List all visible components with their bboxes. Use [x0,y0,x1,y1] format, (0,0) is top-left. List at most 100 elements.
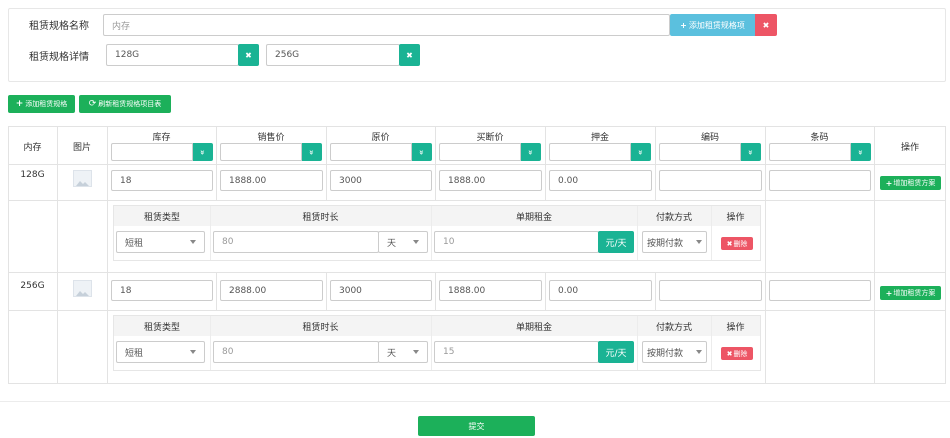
duration-unit-select[interactable]: 天 [378,231,428,253]
plan-header-payment: 付款方式 [655,213,692,223]
rent-input[interactable]: 15 [434,341,599,363]
chevron-double-down-icon: » [856,149,866,155]
col-divider [57,126,58,384]
plus-icon: + [885,178,893,188]
add-spec-row-button[interactable]: + 添加租赁规格 [8,95,75,113]
batch-fill-input[interactable] [330,143,412,161]
deposit-input[interactable]: 0.00 [549,170,652,191]
close-icon: ✖ [762,20,770,30]
submit-button[interactable]: 提交 [418,416,535,436]
plan-subtable: 租赁类型 租赁时长 单期租金 付款方式 操作 短租 80 天 15 元/天 按期… [113,315,761,371]
batch-fill-input[interactable] [549,143,631,161]
plan-header-rent: 单期租金 [515,213,552,223]
rent-unit-addon: 元/天 [598,341,634,363]
batch-fill-button[interactable]: » [412,143,432,161]
row-divider [8,200,946,201]
plan-header-duration: 租赁时长 [302,323,339,333]
plus-icon: + [885,288,893,298]
batch-fill-input[interactable] [769,143,851,161]
batch-fill-input[interactable] [111,143,193,161]
batch-fill-button[interactable]: » [741,143,761,161]
price-input[interactable]: 1888.00 [220,170,323,191]
col-divider [545,272,546,310]
plus-icon: + [680,20,687,30]
batch-fill-input[interactable] [220,143,302,161]
plan-header-action: 操作 [726,213,745,223]
batch-fill-button[interactable]: » [302,143,322,161]
add-plan-button[interactable]: + 增加租赁方案 [880,286,941,300]
header-stock: 库存 [152,133,171,143]
col-divider [326,272,327,310]
close-icon: ✖ [245,50,252,60]
caret-down-icon [190,350,196,354]
row-divider [8,272,946,273]
batch-fill-button[interactable]: » [631,143,651,161]
spec-detail-input-2[interactable]: 256G [266,44,400,66]
plan-header-duration: 租赁时长 [302,213,339,223]
barcode-input[interactable] [769,280,871,301]
spec-name-input[interactable]: 内存 [103,14,670,36]
chevron-double-down-icon: » [307,149,317,155]
batch-fill-button[interactable]: » [193,143,213,161]
rent-type-select[interactable]: 短租 [116,341,205,363]
col-divider [107,126,108,384]
close-icon: ✖ [726,239,733,248]
plan-header-type: 租赁类型 [143,213,180,223]
add-spec-button[interactable]: + 添加租赁规格项 [670,14,755,36]
plan-header-type: 租赁类型 [143,323,180,333]
plan-header-action: 操作 [726,323,745,333]
stock-input[interactable]: 18 [111,170,213,191]
header-original: 原价 [371,133,390,143]
buyout-price-input[interactable]: 1888.00 [439,170,542,191]
rent-input[interactable]: 10 [434,231,599,253]
delete-plan-button[interactable]: ✖ 删除 [721,347,753,360]
spec-detail-input-1[interactable]: 128G [106,44,239,66]
rent-unit-addon: 元/天 [598,231,634,253]
code-input[interactable] [659,170,762,191]
code-input[interactable] [659,280,762,301]
buyout-price-input[interactable]: 1888.00 [439,280,542,301]
duration-unit-select[interactable]: 天 [378,341,428,363]
col-divider [765,126,766,384]
original-price-input[interactable]: 3000 [330,170,432,191]
rent-type-select[interactable]: 短租 [116,231,205,253]
col-divider [874,126,875,384]
chevron-double-down-icon: » [417,149,427,155]
header-buyout: 买断价 [476,133,504,143]
caret-down-icon [413,240,419,244]
batch-fill-button[interactable]: » [851,143,871,161]
spec-name-label: 租赁规格名称 [29,21,89,32]
price-input[interactable]: 2888.00 [220,280,323,301]
image-placeholder-icon[interactable] [73,280,92,297]
chevron-double-down-icon: » [746,149,756,155]
remove-spec-button[interactable]: ✖ [755,14,777,36]
header-deposit: 押金 [590,133,609,143]
duration-input[interactable]: 80 [213,231,379,253]
batch-fill-input[interactable] [439,143,521,161]
stock-input[interactable]: 18 [111,280,213,301]
delete-plan-button[interactable]: ✖ 删除 [721,237,753,250]
caret-down-icon [190,240,196,244]
original-price-input[interactable]: 3000 [330,280,432,301]
add-plan-button[interactable]: + 增加租赁方案 [880,176,941,190]
batch-fill-button[interactable]: » [521,143,541,161]
duration-input[interactable]: 80 [213,341,379,363]
barcode-input[interactable] [769,170,871,191]
remove-detail-button-2[interactable]: ✖ [399,44,420,66]
footer-divider [0,401,950,402]
refresh-table-button[interactable]: ⟳ 刷新租赁规格项目表 [79,95,171,113]
col-divider [655,272,656,310]
close-icon: ✖ [726,349,733,358]
chevron-double-down-icon: » [526,149,536,155]
deposit-input[interactable]: 0.00 [549,280,652,301]
close-icon: ✖ [406,50,413,60]
header-image: 图片 [72,143,91,153]
remove-detail-button-1[interactable]: ✖ [238,44,259,66]
batch-fill-input[interactable] [659,143,741,161]
payment-select[interactable]: 按期付款 [642,341,707,363]
image-placeholder-icon[interactable] [73,170,92,187]
chevron-double-down-icon: » [198,149,208,155]
row-memory: 128G [20,170,45,180]
chevron-double-down-icon: » [636,149,646,155]
payment-select[interactable]: 按期付款 [642,231,707,253]
